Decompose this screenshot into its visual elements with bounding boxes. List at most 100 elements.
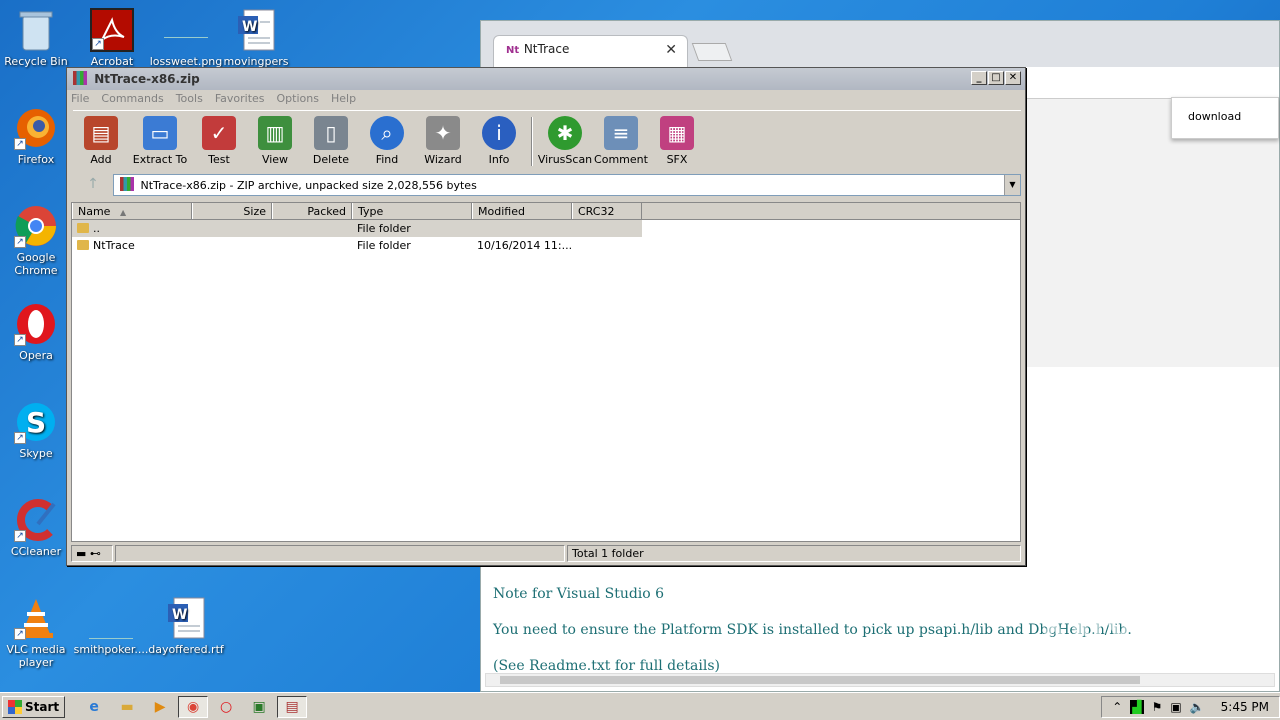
desktop-icon-recycle-bin[interactable]: Recycle Bin <box>0 8 74 68</box>
toolbar-label: Comment <box>594 153 648 166</box>
word-doc-icon: W <box>164 596 208 640</box>
column-modified[interactable]: Modified <box>472 203 572 219</box>
column-packed[interactable]: Packed <box>272 203 352 219</box>
volume-icon[interactable]: 🔈 <box>1190 700 1205 714</box>
menu-tools[interactable]: Tools <box>176 92 203 108</box>
up-arrow-icon[interactable]: ↑ <box>73 174 113 196</box>
chevron-down-icon[interactable]: ▼ <box>1004 175 1020 195</box>
extract-folder-icon: ▭ <box>143 116 177 150</box>
doc-line: Note for Visual Studio 6 <box>493 586 665 602</box>
nttrace-favicon-icon: Nt <box>506 45 520 56</box>
file-modified <box>472 220 572 237</box>
doc-line: You need to ensure the Platform SDK is i… <box>493 622 1132 638</box>
download-link[interactable]: download <box>1188 110 1241 123</box>
desktop-icon-lossweet[interactable]: lossweet.png <box>148 8 224 68</box>
virusscan-button[interactable]: ✱ VirusScan <box>537 111 593 172</box>
winrar-taskbar-icon[interactable]: ▤ <box>277 695 308 718</box>
menu-help[interactable]: Help <box>331 92 356 108</box>
start-label: Start <box>25 699 60 714</box>
winrar-titlebar[interactable]: NtTrace-x86.zip _ □ ✕ <box>67 68 1025 90</box>
desktop-icon-movingpers[interactable]: W movingpers <box>218 8 294 68</box>
desktop-icon-label: Opera <box>19 349 53 362</box>
view-button[interactable]: ▥ View <box>247 111 303 172</box>
delete-button[interactable]: ▯ Delete <box>303 111 359 172</box>
word-doc-icon: W <box>234 8 278 52</box>
desktop-icon-smithpoker[interactable]: smithpoker.... <box>73 596 149 656</box>
scrollbar-thumb[interactable] <box>500 676 1140 684</box>
start-button[interactable]: Start <box>2 695 66 718</box>
desktop-icon-ccleaner[interactable]: ↗ CCleaner <box>0 498 74 558</box>
media-player-taskbar-icon[interactable]: ▶ <box>145 696 175 718</box>
close-button[interactable]: ✕ <box>1005 71 1021 85</box>
ie-taskbar-icon[interactable]: e <box>79 696 109 718</box>
recycle-bin-icon <box>14 8 58 52</box>
file-list: Name ▲ Size Packed Type Modified CRC32 .… <box>71 202 1021 542</box>
chrome-tab-nttrace[interactable]: Nt NtTrace ✕ <box>493 35 688 67</box>
winrar-window: NtTrace-x86.zip _ □ ✕ File Commands Tool… <box>66 67 1026 566</box>
new-tab-button[interactable] <box>691 43 733 61</box>
task-manager-taskbar-icon[interactable]: ▣ <box>244 696 274 718</box>
chrome-icon: ↗ <box>14 204 58 248</box>
chrome-taskbar-icon[interactable]: ◉ <box>178 695 209 718</box>
close-tab-icon[interactable]: ✕ <box>665 42 677 58</box>
desktop-icon-dayoffered[interactable]: W dayoffered.rtf <box>148 596 224 656</box>
folder-icon <box>77 240 89 250</box>
readme-text: Note for Visual Studio 6 You need to ens… <box>493 576 1132 684</box>
extract-to-button[interactable]: ▭ Extract To <box>129 111 191 172</box>
toolbar-label: VirusScan <box>537 153 593 166</box>
file-row-nttrace[interactable]: NtTrace File folder 10/16/2014 11:... <box>72 237 1020 254</box>
column-size[interactable]: Size <box>192 203 272 219</box>
desktop-icon-skype[interactable]: S ↗ Skype <box>0 400 74 460</box>
action-center-flag-icon[interactable]: ⚑ <box>1152 700 1163 714</box>
find-button[interactable]: ⌕ Find <box>359 111 415 172</box>
add-button[interactable]: ▤ Add <box>73 111 129 172</box>
column-type[interactable]: Type <box>352 203 472 219</box>
toolbar-label: SFX <box>666 153 688 166</box>
desktop-icon-vlc[interactable]: ↗ VLC media player <box>0 596 74 669</box>
clock[interactable]: 5:45 PM <box>1221 700 1269 714</box>
status-total: Total 1 folder <box>567 545 1021 562</box>
file-name: NtTrace <box>93 239 135 252</box>
test-button[interactable]: ✓ Test <box>191 111 247 172</box>
download-popup[interactable]: download <box>1171 97 1279 139</box>
info-button[interactable]: i Info <box>471 111 527 172</box>
desktop-icon-chrome[interactable]: ↗ Google Chrome <box>0 204 74 277</box>
opera-taskbar-icon[interactable]: ○ <box>211 696 241 718</box>
comment-button[interactable]: ≡ Comment <box>593 111 649 172</box>
drive-key-icon[interactable]: ▬ ⊷ <box>71 545 113 562</box>
performance-monitor-icon[interactable]: ▟ <box>1130 699 1144 714</box>
svg-text:S: S <box>26 406 46 439</box>
sfx-button[interactable]: ▦ SFX <box>649 111 705 172</box>
sort-asc-icon: ▲ <box>119 208 127 217</box>
toolbar-label: Find <box>375 153 399 166</box>
horizontal-scrollbar[interactable] <box>485 673 1275 687</box>
explorer-taskbar-icon[interactable]: ▬ <box>112 696 142 718</box>
archive-path-combobox[interactable]: NtTrace-x86.zip - ZIP archive, unpacked … <box>113 174 1021 196</box>
menubar: File Commands Tools Favorites Options He… <box>67 90 1025 110</box>
show-hidden-icons-icon[interactable]: ⌃ <box>1112 700 1122 714</box>
desktop-icon-firefox[interactable]: ↗ Firefox <box>0 106 74 166</box>
file-row-parent[interactable]: .. File folder <box>72 220 1020 237</box>
menu-commands[interactable]: Commands <box>101 92 163 108</box>
column-name[interactable]: Name ▲ <box>72 203 192 219</box>
maximize-button[interactable]: □ <box>988 71 1004 85</box>
desktop-icon-acrobat[interactable]: ↗ Acrobat <box>74 8 150 68</box>
svg-text:W: W <box>172 607 187 623</box>
comment-icon: ≡ <box>604 116 638 150</box>
ccleaner-icon: ↗ <box>14 498 58 542</box>
menu-favorites[interactable]: Favorites <box>215 92 265 108</box>
desktop-icon-opera[interactable]: ↗ Opera <box>0 302 74 362</box>
file-size <box>192 220 272 237</box>
page-gray-panel <box>1026 99 1279 367</box>
wizard-button[interactable]: ✦ Wizard <box>415 111 471 172</box>
file-icon <box>89 596 133 640</box>
add-archive-icon: ▤ <box>84 116 118 150</box>
network-icon[interactable]: ▣ <box>1170 700 1181 714</box>
toolbar-label: Wizard <box>424 153 462 166</box>
desktop-icon-label: CCleaner <box>10 545 62 558</box>
minimize-button[interactable]: _ <box>971 71 987 85</box>
menu-file[interactable]: File <box>71 92 89 108</box>
winrar-app-icon <box>73 71 87 85</box>
column-crc32[interactable]: CRC32 <box>572 203 642 219</box>
menu-options[interactable]: Options <box>277 92 319 108</box>
